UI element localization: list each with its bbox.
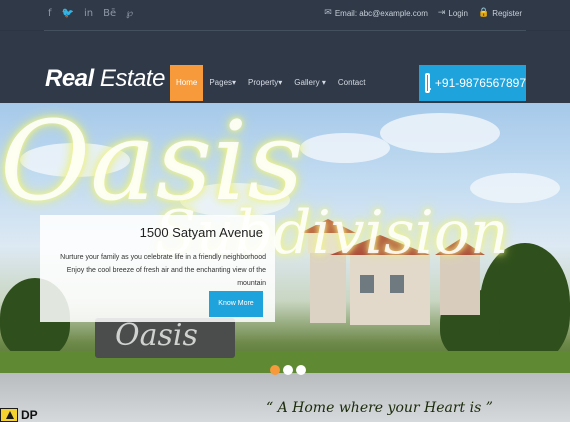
facebook-icon[interactable]: f — [48, 8, 52, 20]
know-more-button[interactable]: Know More — [209, 291, 263, 317]
slide-caption: 1500 Satyam Avenue Nurture your family a… — [40, 215, 275, 322]
dp-logo-mark — [0, 408, 18, 422]
register-link[interactable]: 🔒 Register — [478, 8, 522, 18]
chevron-down-icon: ▾ — [232, 78, 237, 87]
nav-property[interactable]: Property▾ — [242, 65, 288, 101]
twitter-icon[interactable]: 🐦 — [62, 8, 74, 20]
logo-bold: Real — [45, 65, 94, 92]
lock-icon: 🔒 — [477, 8, 490, 18]
register-label: Register — [492, 8, 522, 18]
mobile-phone-icon — [425, 73, 431, 93]
dp-logo-text: DP — [21, 408, 38, 422]
chevron-down-icon: ▾ — [278, 78, 283, 87]
email-link[interactable]: ✉ Email: abc@example.com — [324, 8, 428, 18]
wall-sign: Oasis — [115, 318, 198, 353]
chevron-down-icon: ▾ — [321, 78, 326, 87]
slide-dot-2[interactable] — [283, 365, 293, 375]
hero-tagline: “ A Home where your Heart is ” — [266, 400, 493, 416]
caption-text: Nurture your family as you celebrate lif… — [60, 254, 266, 287]
envelope-icon: ✉ — [324, 8, 332, 18]
slide-dot-1[interactable] — [270, 365, 280, 375]
pinterest-icon[interactable]: ℘ — [126, 8, 133, 20]
email-label: Email: abc@example.com — [334, 8, 428, 18]
cloud-shape — [300, 133, 390, 163]
nav-gallery-label: Gallery — [294, 78, 320, 87]
site-logo[interactable]: Real Estate — [45, 65, 165, 93]
dp-brand-logo: DP — [0, 408, 38, 422]
hero-slider: Oasis Subdivision Oasis 1500 Satyam Aven… — [0, 103, 570, 422]
nav-property-label: Property — [248, 78, 279, 87]
nav-pages-label: Pages — [209, 78, 233, 87]
nav-contact-label: Contact — [337, 78, 366, 87]
slider-pagination — [270, 365, 306, 375]
login-label: Login — [448, 8, 468, 18]
nav-contact[interactable]: Contact — [332, 65, 372, 101]
main-menu: Home Pages▾ Property▾ Gallery ▾ Contact — [170, 65, 371, 101]
cloud-shape — [380, 113, 500, 153]
linkedin-icon[interactable]: in — [84, 8, 93, 20]
login-link[interactable]: ⇥ Login — [438, 8, 468, 18]
nav-gallery[interactable]: Gallery ▾ — [288, 65, 332, 101]
top-bar: f 🐦 in Bē ℘ ✉ Email: abc@example.com ⇥ L… — [0, 0, 570, 30]
nav-home-label: Home — [176, 78, 198, 87]
nav-home[interactable]: Home — [170, 65, 204, 101]
phone-number: +91-9876567897 — [434, 76, 526, 90]
social-links: f 🐦 in Bē ℘ — [48, 8, 133, 20]
navbar: Real Estate Home Pages▾ Property▾ Galler… — [0, 31, 570, 103]
logo-light: Estate — [93, 65, 166, 92]
login-icon: ⇥ — [437, 8, 446, 18]
behance-icon[interactable]: Bē — [103, 8, 116, 20]
phone-box[interactable]: +91-9876567897 — [419, 65, 526, 101]
nav-pages[interactable]: Pages▾ — [203, 65, 242, 101]
slide-dot-3[interactable] — [296, 365, 306, 375]
caption-title: 1500 Satyam Avenue — [139, 225, 263, 240]
top-links: ✉ Email: abc@example.com ⇥ Login 🔒 Regis… — [324, 8, 522, 18]
